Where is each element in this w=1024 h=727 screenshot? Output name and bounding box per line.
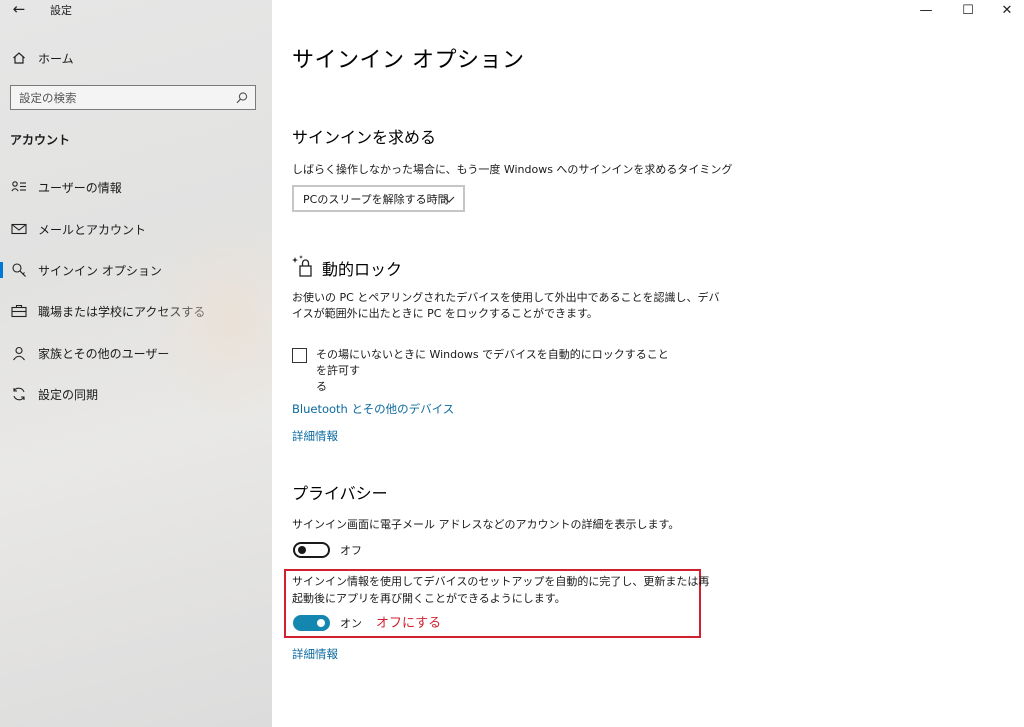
home-icon <box>10 49 28 67</box>
dynamic-lock-checkbox-label[interactable]: その場にいないときに Windows でデバイスを自動的にロックすることを許可す… <box>316 347 676 395</box>
sidebar-item-label: メールとアカウント <box>38 222 147 237</box>
sidebar-item-family[interactable]: 家族とその他のユーザー <box>0 338 272 368</box>
sidebar-item-label: サインイン オプション <box>38 263 162 278</box>
briefcase-icon <box>10 302 28 320</box>
mail-icon <box>10 220 28 238</box>
signin-info-toggle[interactable] <box>293 615 330 631</box>
require-signin-dropdown[interactable]: PCのスリープを解除する時間 <box>292 185 465 212</box>
sidebar-section-label: アカウント <box>10 133 71 147</box>
main-content: サインイン オプション サインインを求める しばらく操作しなかった場合に、もう一… <box>272 0 1024 727</box>
sidebar-item-signin-options[interactable]: サインイン オプション <box>0 255 272 285</box>
sidebar-item-work-school[interactable]: 職場または学校にアクセスする <box>0 296 272 326</box>
app-title: 設定 <box>50 4 72 17</box>
dynamic-lock-icon <box>290 254 318 280</box>
bluetooth-devices-link[interactable]: Bluetooth とその他のデバイス <box>292 401 454 417</box>
account-details-toggle[interactable] <box>293 542 330 558</box>
sidebar-item-label: 設定の同期 <box>38 387 99 402</box>
privacy-heading: プライバシー <box>292 484 388 503</box>
back-arrow-icon[interactable]: ← <box>8 0 30 20</box>
dynamic-lock-more-info-link[interactable]: 詳細情報 <box>292 428 338 444</box>
toggle-knob <box>298 546 306 554</box>
account-details-toggle-state: オフ <box>340 544 362 557</box>
sidebar-item-label: ユーザーの情報 <box>38 180 122 195</box>
sync-icon <box>10 385 28 403</box>
search-input[interactable] <box>11 89 231 106</box>
search-icon[interactable] <box>235 90 249 104</box>
dynamic-lock-description-line2: イスが範囲外に出たときに PC をロックすることができます。 <box>292 307 598 320</box>
signin-info-toggle-state: オン <box>340 617 362 630</box>
dropdown-value: PCのスリープを解除する時間 <box>303 192 449 206</box>
dynamic-lock-heading: 動的ロック <box>322 260 403 279</box>
sidebar-item-home[interactable]: ホーム <box>0 43 272 73</box>
sidebar-item-label: ホーム <box>38 51 74 66</box>
dynamic-lock-checkbox[interactable] <box>292 348 307 363</box>
sidebar: ← 設定 ホーム アカウント ユーザーの情報 メールとアカウント サインイン オ… <box>0 0 272 727</box>
scroll-fade-overlay <box>332 68 622 78</box>
privacy-setting2-description-line1: サインイン情報を使用してデバイスのセットアップを自動的に完了し、更新または再 <box>292 575 710 588</box>
sidebar-item-mail-accounts[interactable]: メールとアカウント <box>0 214 272 244</box>
require-signin-heading: サインインを求める <box>292 128 437 147</box>
toggle-knob <box>317 619 325 627</box>
chevron-down-icon <box>443 194 455 204</box>
search-box[interactable] <box>10 85 256 110</box>
checkbox-label-line1: その場にいないときに Windows でデバイスを自動的にロックすることを許可す <box>316 348 669 377</box>
require-signin-description: しばらく操作しなかった場合に、もう一度 Windows へのサインインを求めるタ… <box>292 163 733 176</box>
sidebar-item-user-info[interactable]: ユーザーの情報 <box>0 172 272 202</box>
privacy-more-info-link[interactable]: 詳細情報 <box>292 646 338 662</box>
person-icon <box>10 344 28 362</box>
annotation-text: オフにする <box>376 616 442 631</box>
privacy-setting2-description-line2: 起動後にアプリを再び開くことができるようにします。 <box>292 592 566 605</box>
checkbox-label-line2: る <box>316 380 327 393</box>
sidebar-item-sync[interactable]: 設定の同期 <box>0 379 272 409</box>
sidebar-item-label: 家族とその他のユーザー <box>38 346 170 361</box>
sidebar-item-label: 職場または学校にアクセスする <box>38 304 206 319</box>
privacy-setting1-description: サインイン画面に電子メール アドレスなどのアカウントの詳細を表示します。 <box>292 518 680 531</box>
key-icon <box>10 261 28 279</box>
user-info-icon <box>10 178 28 196</box>
